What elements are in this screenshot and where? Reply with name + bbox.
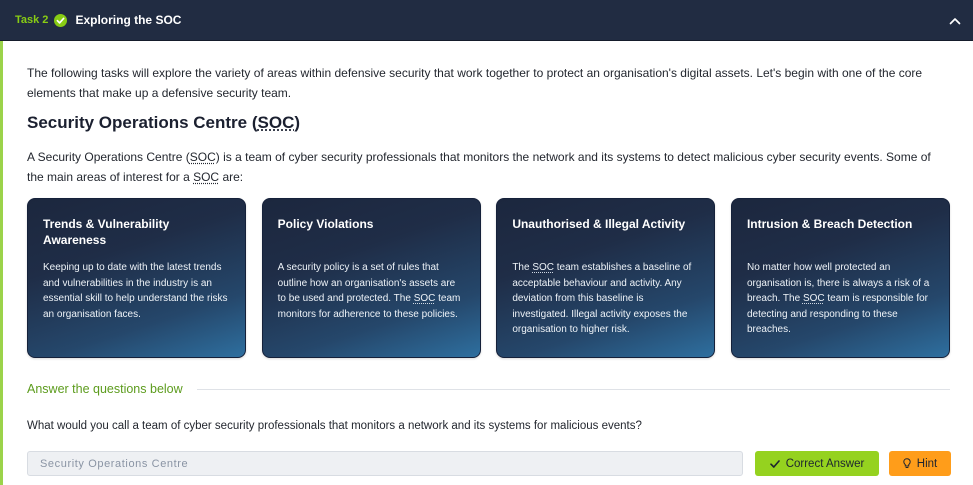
card-title: Policy Violations bbox=[277, 217, 374, 231]
heading-text-end: ) bbox=[294, 113, 301, 132]
card-body-text: Keeping up to date with the latest trend… bbox=[43, 262, 228, 320]
card-body: A security policy is a set of rules that… bbox=[278, 260, 465, 322]
card-policy-violations: Policy Violations A security policy is a… bbox=[261, 198, 481, 358]
task-title: Exploring the SOC bbox=[75, 13, 182, 27]
section-heading: Security Operations Centre (SOC) bbox=[27, 112, 949, 134]
intro-paragraph: The following tasks will explore the var… bbox=[27, 66, 923, 100]
question-text: What would you call a team of cyber secu… bbox=[27, 420, 642, 432]
check-circle-icon bbox=[54, 13, 68, 27]
questions-section-header: Answer the questions below bbox=[27, 380, 950, 398]
card-body: Keeping up to date with the latest trend… bbox=[43, 260, 230, 322]
hint-button[interactable]: Hint bbox=[889, 451, 951, 476]
card-title: Trends & Vulnerability Awareness bbox=[43, 217, 170, 247]
soc-abbreviation: SOC bbox=[257, 113, 295, 132]
hint-label: Hint bbox=[916, 457, 938, 470]
soc-paragraph: A Security Operations Centre (SOC) is a … bbox=[27, 147, 949, 187]
heading-text: Security Operations Centre ( bbox=[27, 113, 258, 132]
soc-areas-cards: Trends & Vulnerability Awareness Keeping… bbox=[27, 198, 950, 358]
answer-row: Correct Answer Hint bbox=[27, 451, 951, 476]
task-number-label: Task 2 bbox=[15, 14, 49, 26]
task-header[interactable]: Task 2 Exploring the SOC bbox=[0, 0, 973, 41]
card-body: The SOC team establishes a baseline of a… bbox=[512, 260, 699, 338]
task-content: The following tasks will explore the var… bbox=[0, 41, 973, 485]
card-trends-vulnerability: Trends & Vulnerability Awareness Keeping… bbox=[27, 198, 246, 358]
card-unauthorised-activity: Unauthorised & Illegal Activity The SOC … bbox=[496, 198, 716, 358]
soc-abbreviation: SOC bbox=[532, 262, 554, 273]
paragraph-text: are: bbox=[219, 170, 244, 184]
card-intrusion-detection: Intrusion & Breach Detection No matter h… bbox=[730, 198, 950, 358]
soc-abbreviation: SOC bbox=[193, 170, 220, 184]
paragraph-text: A Security Operations Centre ( bbox=[27, 150, 190, 164]
lightbulb-icon bbox=[903, 458, 911, 469]
questions-section-label: Answer the questions below bbox=[27, 382, 183, 396]
correct-answer-label: Correct Answer bbox=[785, 457, 865, 470]
card-body-text: The bbox=[512, 262, 533, 273]
soc-abbreviation: SOC bbox=[802, 293, 825, 304]
card-title: Unauthorised & Illegal Activity bbox=[512, 217, 686, 231]
soc-abbreviation: SOC bbox=[413, 293, 436, 304]
check-icon bbox=[769, 459, 780, 468]
chevron-up-icon[interactable] bbox=[949, 16, 961, 25]
correct-answer-button[interactable]: Correct Answer bbox=[755, 451, 879, 476]
card-title: Intrusion & Breach Detection bbox=[746, 217, 913, 231]
soc-abbreviation: SOC bbox=[189, 150, 216, 164]
section-divider bbox=[196, 388, 950, 390]
card-body: No matter how well protected an organisa… bbox=[747, 260, 934, 338]
answer-input[interactable] bbox=[27, 451, 743, 476]
